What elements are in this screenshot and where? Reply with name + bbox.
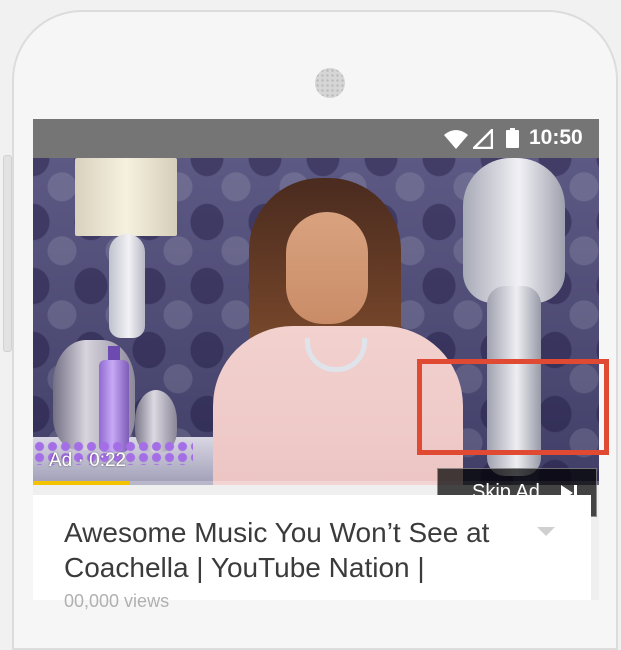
ad-progress-fill: [33, 481, 130, 485]
video-player[interactable]: Ad · 0:22: [33, 158, 599, 485]
wifi-icon: [444, 130, 468, 149]
status-bar: 10:50: [33, 119, 599, 158]
signal-icon: [473, 129, 493, 149]
video-product-bottle: [99, 346, 129, 452]
status-time: 10:50: [529, 126, 583, 149]
phone-side-button: [3, 155, 12, 352]
ad-countdown-label: Ad · 0:22: [49, 450, 127, 471]
chevron-down-icon[interactable]: [537, 527, 555, 536]
video-presenter: [213, 178, 473, 485]
presenter-face: [286, 212, 368, 324]
video-details-card: Awesome Music You Won’t See at Coachella…: [33, 495, 591, 611]
video-lamp-base: [109, 234, 145, 338]
earpiece-speaker: [315, 68, 345, 98]
view-count: 00,000 views: [64, 591, 170, 611]
video-mannequin: [463, 158, 565, 476]
battery-icon: [506, 128, 519, 148]
video-title[interactable]: Awesome Music You Won’t See at Coachella…: [64, 515, 494, 585]
video-lamp-shade: [75, 158, 177, 236]
